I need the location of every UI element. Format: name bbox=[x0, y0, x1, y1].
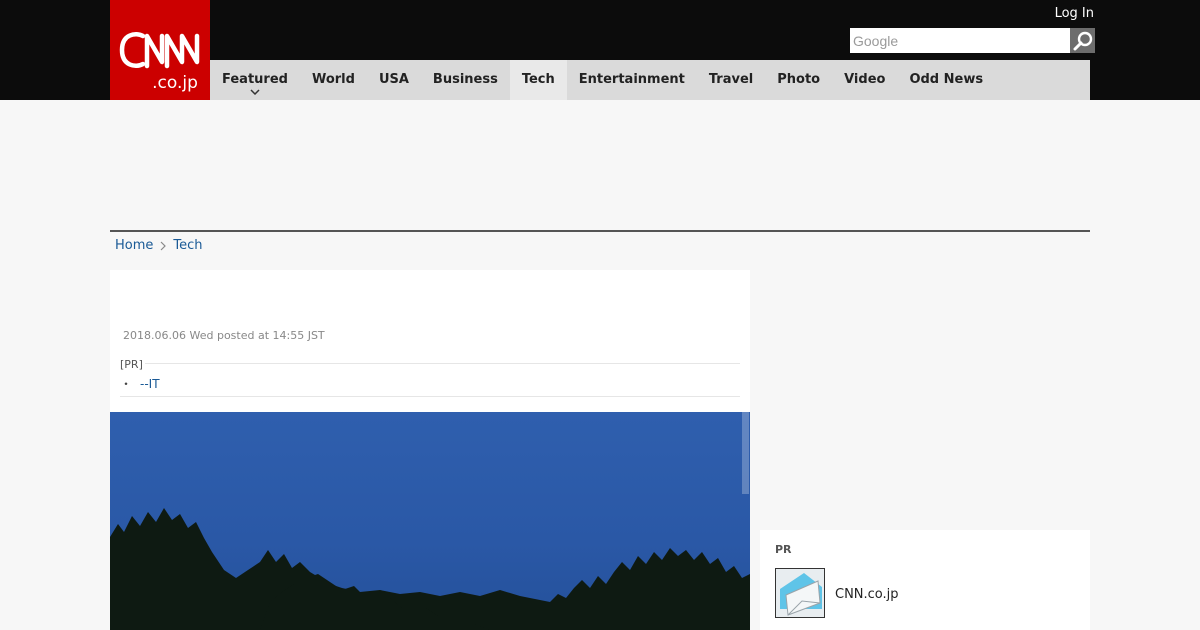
article-date: 2018.06.06 Wed posted at 14:55 JST bbox=[123, 329, 325, 342]
logo-sub-text: .co.jp bbox=[152, 73, 198, 93]
nav-item-tech[interactable]: Tech bbox=[509, 60, 567, 100]
pr-divider bbox=[145, 363, 740, 364]
photo-credit bbox=[742, 412, 749, 494]
section-divider bbox=[110, 230, 1090, 232]
nav-item-odd-news[interactable]: Odd News bbox=[897, 60, 995, 100]
nav-item-usa[interactable]: USA bbox=[367, 60, 421, 100]
pr-thumbnail-image bbox=[776, 569, 824, 617]
nav-item-entertainment[interactable]: Entertainment bbox=[567, 60, 697, 100]
bullet: ・ bbox=[120, 377, 133, 391]
nav-item-photo[interactable]: Photo bbox=[765, 60, 832, 100]
sidebar-pr-text[interactable]: CNN.co.jp bbox=[835, 587, 899, 602]
breadcrumb-tech[interactable]: Tech bbox=[173, 238, 202, 253]
nav-item-label: Featured bbox=[222, 72, 288, 87]
nav-item-world[interactable]: World bbox=[300, 60, 367, 100]
nav-item-video[interactable]: Video bbox=[832, 60, 897, 100]
breadcrumb-home[interactable]: Home bbox=[115, 238, 153, 253]
pr-link-text: --IT bbox=[140, 377, 160, 391]
pr-label: [PR] bbox=[120, 358, 143, 371]
search-icon bbox=[1073, 31, 1092, 50]
sidebar-pr-box: PR CNN.co.jp bbox=[760, 530, 1090, 630]
chevron-right-icon bbox=[160, 241, 167, 251]
pr-thumbnail[interactable] bbox=[775, 568, 825, 618]
article-card: 2018.06.06 Wed posted at 14:55 JST [PR] … bbox=[110, 270, 750, 412]
breadcrumb: Home Tech bbox=[115, 238, 203, 253]
cnn-logo[interactable]: .co.jp bbox=[110, 0, 210, 100]
nav-item-travel[interactable]: Travel bbox=[697, 60, 765, 100]
main-nav: Featured World USA Business Tech Enterta… bbox=[210, 60, 1090, 100]
search-input[interactable] bbox=[850, 28, 1070, 53]
login-link[interactable]: Log In bbox=[1055, 6, 1094, 21]
nav-item-business[interactable]: Business bbox=[421, 60, 510, 100]
pr-box: [PR] ・ --IT bbox=[120, 356, 740, 397]
chevron-down-icon bbox=[250, 89, 260, 96]
photo-image bbox=[110, 412, 750, 630]
sidebar-pr-label: PR bbox=[775, 543, 792, 556]
pr-link[interactable]: ・ --IT bbox=[120, 375, 160, 392]
cnn-logo-mark: .co.jp bbox=[119, 32, 200, 93]
pr-divider bbox=[120, 396, 740, 397]
article-photo bbox=[110, 412, 750, 630]
search-button[interactable] bbox=[1070, 28, 1095, 53]
nav-item-featured[interactable]: Featured bbox=[210, 60, 300, 100]
ad-banner-area bbox=[110, 100, 1090, 230]
